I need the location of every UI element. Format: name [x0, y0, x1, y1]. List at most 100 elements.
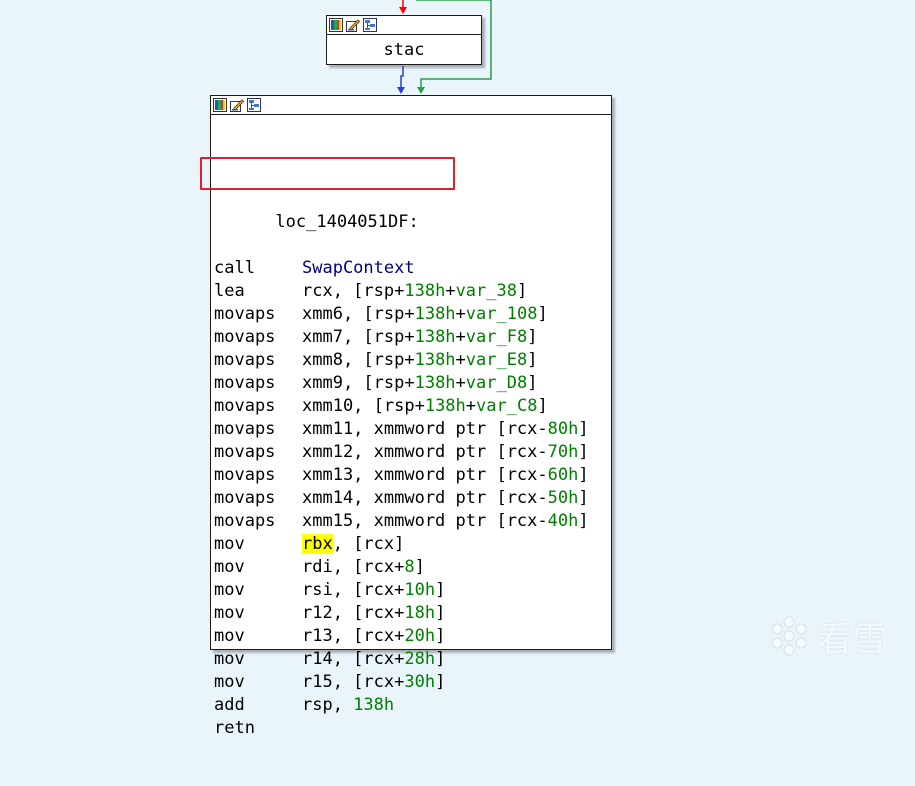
instruction-line[interactable]: call SwapContext [214, 257, 589, 280]
numeric-operand[interactable]: 20h [404, 626, 435, 646]
operand-text[interactable]: + [456, 350, 466, 370]
operand-text[interactable]: xmm7, [rsp+ [302, 327, 415, 347]
numeric-operand[interactable]: 30h [404, 672, 435, 692]
symbol-reference[interactable]: SwapContext [302, 258, 415, 278]
numeric-operand[interactable]: 50h [548, 488, 579, 508]
operand-text[interactable]: xmm9, [rsp+ [302, 373, 415, 393]
operand-text[interactable]: + [456, 373, 466, 393]
numeric-operand[interactable]: var_38 [456, 281, 517, 301]
mnemonic[interactable]: movaps [214, 510, 302, 533]
mnemonic[interactable]: retn [214, 717, 302, 740]
numeric-operand[interactable]: var_F8 [466, 327, 527, 347]
instruction-line[interactable]: movaps xmm11, xmmword ptr [rcx-80h] [214, 418, 589, 441]
instruction-line[interactable]: mov rsi, [rcx+10h] [214, 579, 589, 602]
code-label-line[interactable]: loc_1404051DF: [214, 188, 589, 232]
operand-text[interactable]: xmm15, xmmword ptr [rcx- [302, 511, 548, 531]
instruction-line[interactable]: movaps xmm13, xmmword ptr [rcx-60h] [214, 464, 589, 487]
instruction-line[interactable]: add rsp, 138h [214, 694, 589, 717]
mnemonic[interactable]: mov [214, 579, 302, 602]
operand-text[interactable]: ] [578, 465, 588, 485]
operand-text[interactable]: ] [578, 488, 588, 508]
instruction-line[interactable]: movaps xmm6, [rsp+138h+var_108] [214, 303, 589, 326]
mnemonic[interactable]: lea [214, 280, 302, 303]
mnemonic[interactable]: movaps [214, 303, 302, 326]
operand-text[interactable]: ] [435, 649, 445, 669]
numeric-operand[interactable]: 138h [353, 695, 394, 715]
numeric-operand[interactable]: 70h [548, 442, 579, 462]
numeric-operand[interactable]: 8 [404, 557, 414, 577]
operand-text[interactable]: ] [578, 419, 588, 439]
mnemonic[interactable]: movaps [214, 418, 302, 441]
instruction-line[interactable]: mov r15, [rcx+30h] [214, 671, 589, 694]
instruction-line[interactable]: mov rbx, [rcx] [214, 533, 589, 556]
mnemonic[interactable]: movaps [214, 326, 302, 349]
operand-text[interactable]: ] [435, 580, 445, 600]
mnemonic[interactable]: mov [214, 602, 302, 625]
operand-text[interactable]: ] [435, 626, 445, 646]
operand-text[interactable]: ] [517, 281, 527, 301]
instruction-line[interactable]: mov rdi, [rcx+8] [214, 556, 589, 579]
numeric-operand[interactable]: 18h [404, 603, 435, 623]
operand-text[interactable]: , [rcx] [333, 534, 405, 554]
numeric-operand[interactable]: var_E8 [466, 350, 527, 370]
instruction-line[interactable]: movaps xmm9, [rsp+138h+var_D8] [214, 372, 589, 395]
instruction-line[interactable]: movaps xmm7, [rsp+138h+var_F8] [214, 326, 589, 349]
operand-text[interactable]: + [456, 304, 466, 324]
location-label[interactable]: loc_1404051DF: [275, 212, 418, 232]
color-palette-icon[interactable] [329, 18, 343, 32]
instruction-line[interactable]: movaps xmm15, xmmword ptr [rcx-40h] [214, 510, 589, 533]
mnemonic[interactable]: mov [214, 533, 302, 556]
operand-text[interactable]: r13, [rcx+ [302, 626, 404, 646]
mnemonic[interactable]: movaps [214, 372, 302, 395]
numeric-operand[interactable]: 138h [415, 327, 456, 347]
operand-text[interactable]: + [466, 396, 476, 416]
operand-text[interactable]: xmm10, [rsp+ [302, 396, 425, 416]
instruction-line[interactable]: retn [214, 717, 589, 740]
mnemonic[interactable]: mov [214, 556, 302, 579]
operand-text[interactable]: ] [435, 603, 445, 623]
numeric-operand[interactable]: 28h [404, 649, 435, 669]
operand-text[interactable]: xmm6, [rsp+ [302, 304, 415, 324]
operand-text[interactable]: rsi, [rcx+ [302, 580, 404, 600]
color-palette-icon[interactable] [213, 98, 227, 112]
operand-text[interactable]: ] [578, 511, 588, 531]
mnemonic[interactable]: movaps [214, 464, 302, 487]
instruction-line[interactable]: movaps xmm10, [rsp+138h+var_C8] [214, 395, 589, 418]
edit-node-icon[interactable] [346, 18, 360, 32]
mnemonic[interactable]: movaps [214, 349, 302, 372]
numeric-operand[interactable]: 138h [404, 281, 445, 301]
operand-text[interactable]: ] [415, 557, 425, 577]
operand-text[interactable]: ] [537, 304, 547, 324]
mnemonic[interactable]: movaps [214, 487, 302, 510]
mnemonic[interactable]: movaps [214, 395, 302, 418]
instruction-line[interactable]: mov r13, [rcx+20h] [214, 625, 589, 648]
operand-text[interactable]: xmm11, xmmword ptr [rcx- [302, 419, 548, 439]
operand-text[interactable]: r15, [rcx+ [302, 672, 404, 692]
operand-text[interactable]: ] [435, 672, 445, 692]
operand-text[interactable]: + [456, 327, 466, 347]
graph-node-stac[interactable]: stac [326, 15, 482, 65]
mnemonic[interactable]: movaps [214, 441, 302, 464]
graph-view-icon[interactable] [363, 18, 377, 32]
mnemonic[interactable]: add [214, 694, 302, 717]
highlighted-register[interactable]: rbx [302, 534, 333, 554]
operand-text[interactable]: ] [527, 373, 537, 393]
operand-text[interactable]: r12, [rcx+ [302, 603, 404, 623]
mnemonic[interactable]: mov [214, 625, 302, 648]
operand-text[interactable]: xmm13, xmmword ptr [rcx- [302, 465, 548, 485]
numeric-operand[interactable]: 138h [415, 350, 456, 370]
numeric-operand[interactable]: 138h [415, 373, 456, 393]
operand-text[interactable]: ] [537, 396, 547, 416]
graph-view-icon[interactable] [247, 98, 261, 112]
operand-text[interactable]: rsp, [302, 695, 353, 715]
numeric-operand[interactable]: 138h [425, 396, 466, 416]
instruction-line[interactable]: movaps xmm12, xmmword ptr [rcx-70h] [214, 441, 589, 464]
operand-text[interactable]: ] [578, 442, 588, 462]
instruction-line[interactable]: movaps xmm14, xmmword ptr [rcx-50h] [214, 487, 589, 510]
operand-text[interactable]: xmm14, xmmword ptr [rcx- [302, 488, 548, 508]
numeric-operand[interactable]: var_D8 [466, 373, 527, 393]
operand-text[interactable]: xmm8, [rsp+ [302, 350, 415, 370]
numeric-operand[interactable]: 60h [548, 465, 579, 485]
numeric-operand[interactable]: 10h [404, 580, 435, 600]
instruction-line[interactable]: lea rcx, [rsp+138h+var_38] [214, 280, 589, 303]
